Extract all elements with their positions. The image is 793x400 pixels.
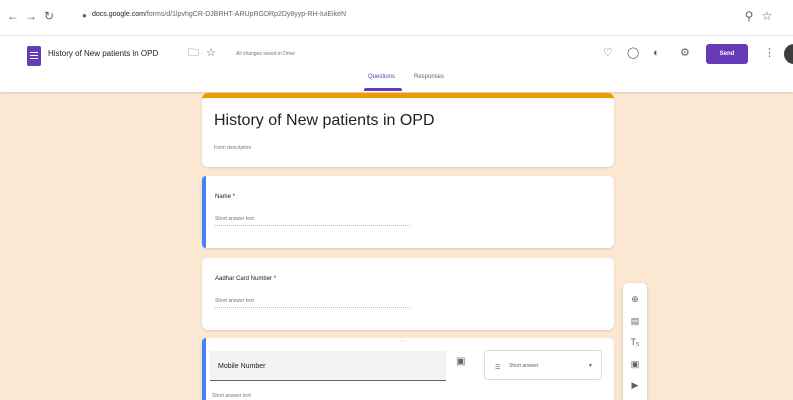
address-bar[interactable]: docs.google.com/forms/d/1lpvhgCR-DJBRHT-… [92,11,346,18]
question-title-text: Mobile Number [218,363,266,370]
question-label: Aadhar Card Number * [215,276,277,282]
answer-placeholder: Short answer text [215,298,254,304]
add-image-icon[interactable]: ▣ [623,358,647,370]
preview-eye-icon[interactable]: ◯ [627,46,639,60]
short-answer-field: Short answer text [215,216,410,226]
question-card-aadhar[interactable]: Aadhar Card Number * Short answer text [202,258,614,330]
bookmark-star-icon[interactable]: ☆ [760,9,774,23]
saved-status: All changes saved in Drive [236,51,295,57]
undo-icon[interactable]: ◐ [653,46,660,60]
short-answer-icon: ☰ [495,365,501,371]
folder-icon[interactable]: 🗀 [188,46,199,60]
question-type-value: Short answer [509,363,539,369]
settings-gear-icon[interactable]: ⚙ [680,46,690,60]
question-title-input[interactable]: Mobile Number [210,351,446,381]
google-forms-logo-icon[interactable] [27,46,41,66]
tab-questions[interactable]: Questions [368,74,395,80]
add-video-icon[interactable]: ▶ [623,379,647,391]
question-label: Name * [215,194,236,200]
browser-toolbar: ← → ↻ ● docs.google.com/forms/d/1lpvhgCR… [0,0,793,36]
question-type-select[interactable]: ☰ Short answer ▼ [484,350,602,380]
short-answer-field: Short answer text [215,298,410,308]
add-image-icon[interactable]: ▣ [456,356,465,367]
avatar[interactable] [784,44,793,64]
chevron-down-icon: ▼ [588,363,593,369]
star-icon[interactable]: ☆ [206,46,216,60]
drag-handle-icon[interactable]: ⋯ [400,338,407,345]
reload-icon[interactable]: ↻ [42,9,56,23]
customize-theme-icon[interactable]: ♡ [603,46,613,60]
form-description[interactable]: Form description [214,145,251,151]
url-host: docs.google.com [92,11,145,18]
forms-app-bar: History of New patients in OPD 🗀 ☆ All c… [0,36,793,92]
question-card-mobile[interactable]: ⋯ Mobile Number ▣ ☰ Short answer ▼ Short… [202,338,614,400]
document-title[interactable]: History of New patients in OPD [48,49,158,58]
import-questions-icon[interactable]: ▤ [623,315,647,327]
answer-placeholder: Short answer text [212,393,251,399]
send-button[interactable]: Send [706,44,748,64]
tab-responses[interactable]: Responses [414,74,444,80]
form-title[interactable]: History of New patients in OPD [214,112,435,130]
answer-placeholder: Short answer text [215,216,254,222]
more-options-icon[interactable]: ⋮ [764,46,775,60]
form-header-card[interactable]: History of New patients in OPD Form desc… [202,93,614,167]
question-toolbar: ⊕ ▤ T₅ ▣ ▶ [623,283,647,400]
question-card-name[interactable]: Name * Short answer text [202,176,614,248]
url-path: /forms/d/1lpvhgCR-DJBRHT-ARUpRGDRp2Dy8yy… [144,11,347,18]
forward-icon[interactable]: → [24,9,38,23]
add-title-icon[interactable]: T₅ [623,336,647,348]
active-tab-indicator [364,88,402,91]
zoom-icon[interactable]: ⚲ [742,9,756,23]
add-question-icon[interactable]: ⊕ [623,293,647,305]
lock-icon: ● [82,11,87,20]
back-icon[interactable]: ← [6,9,20,23]
